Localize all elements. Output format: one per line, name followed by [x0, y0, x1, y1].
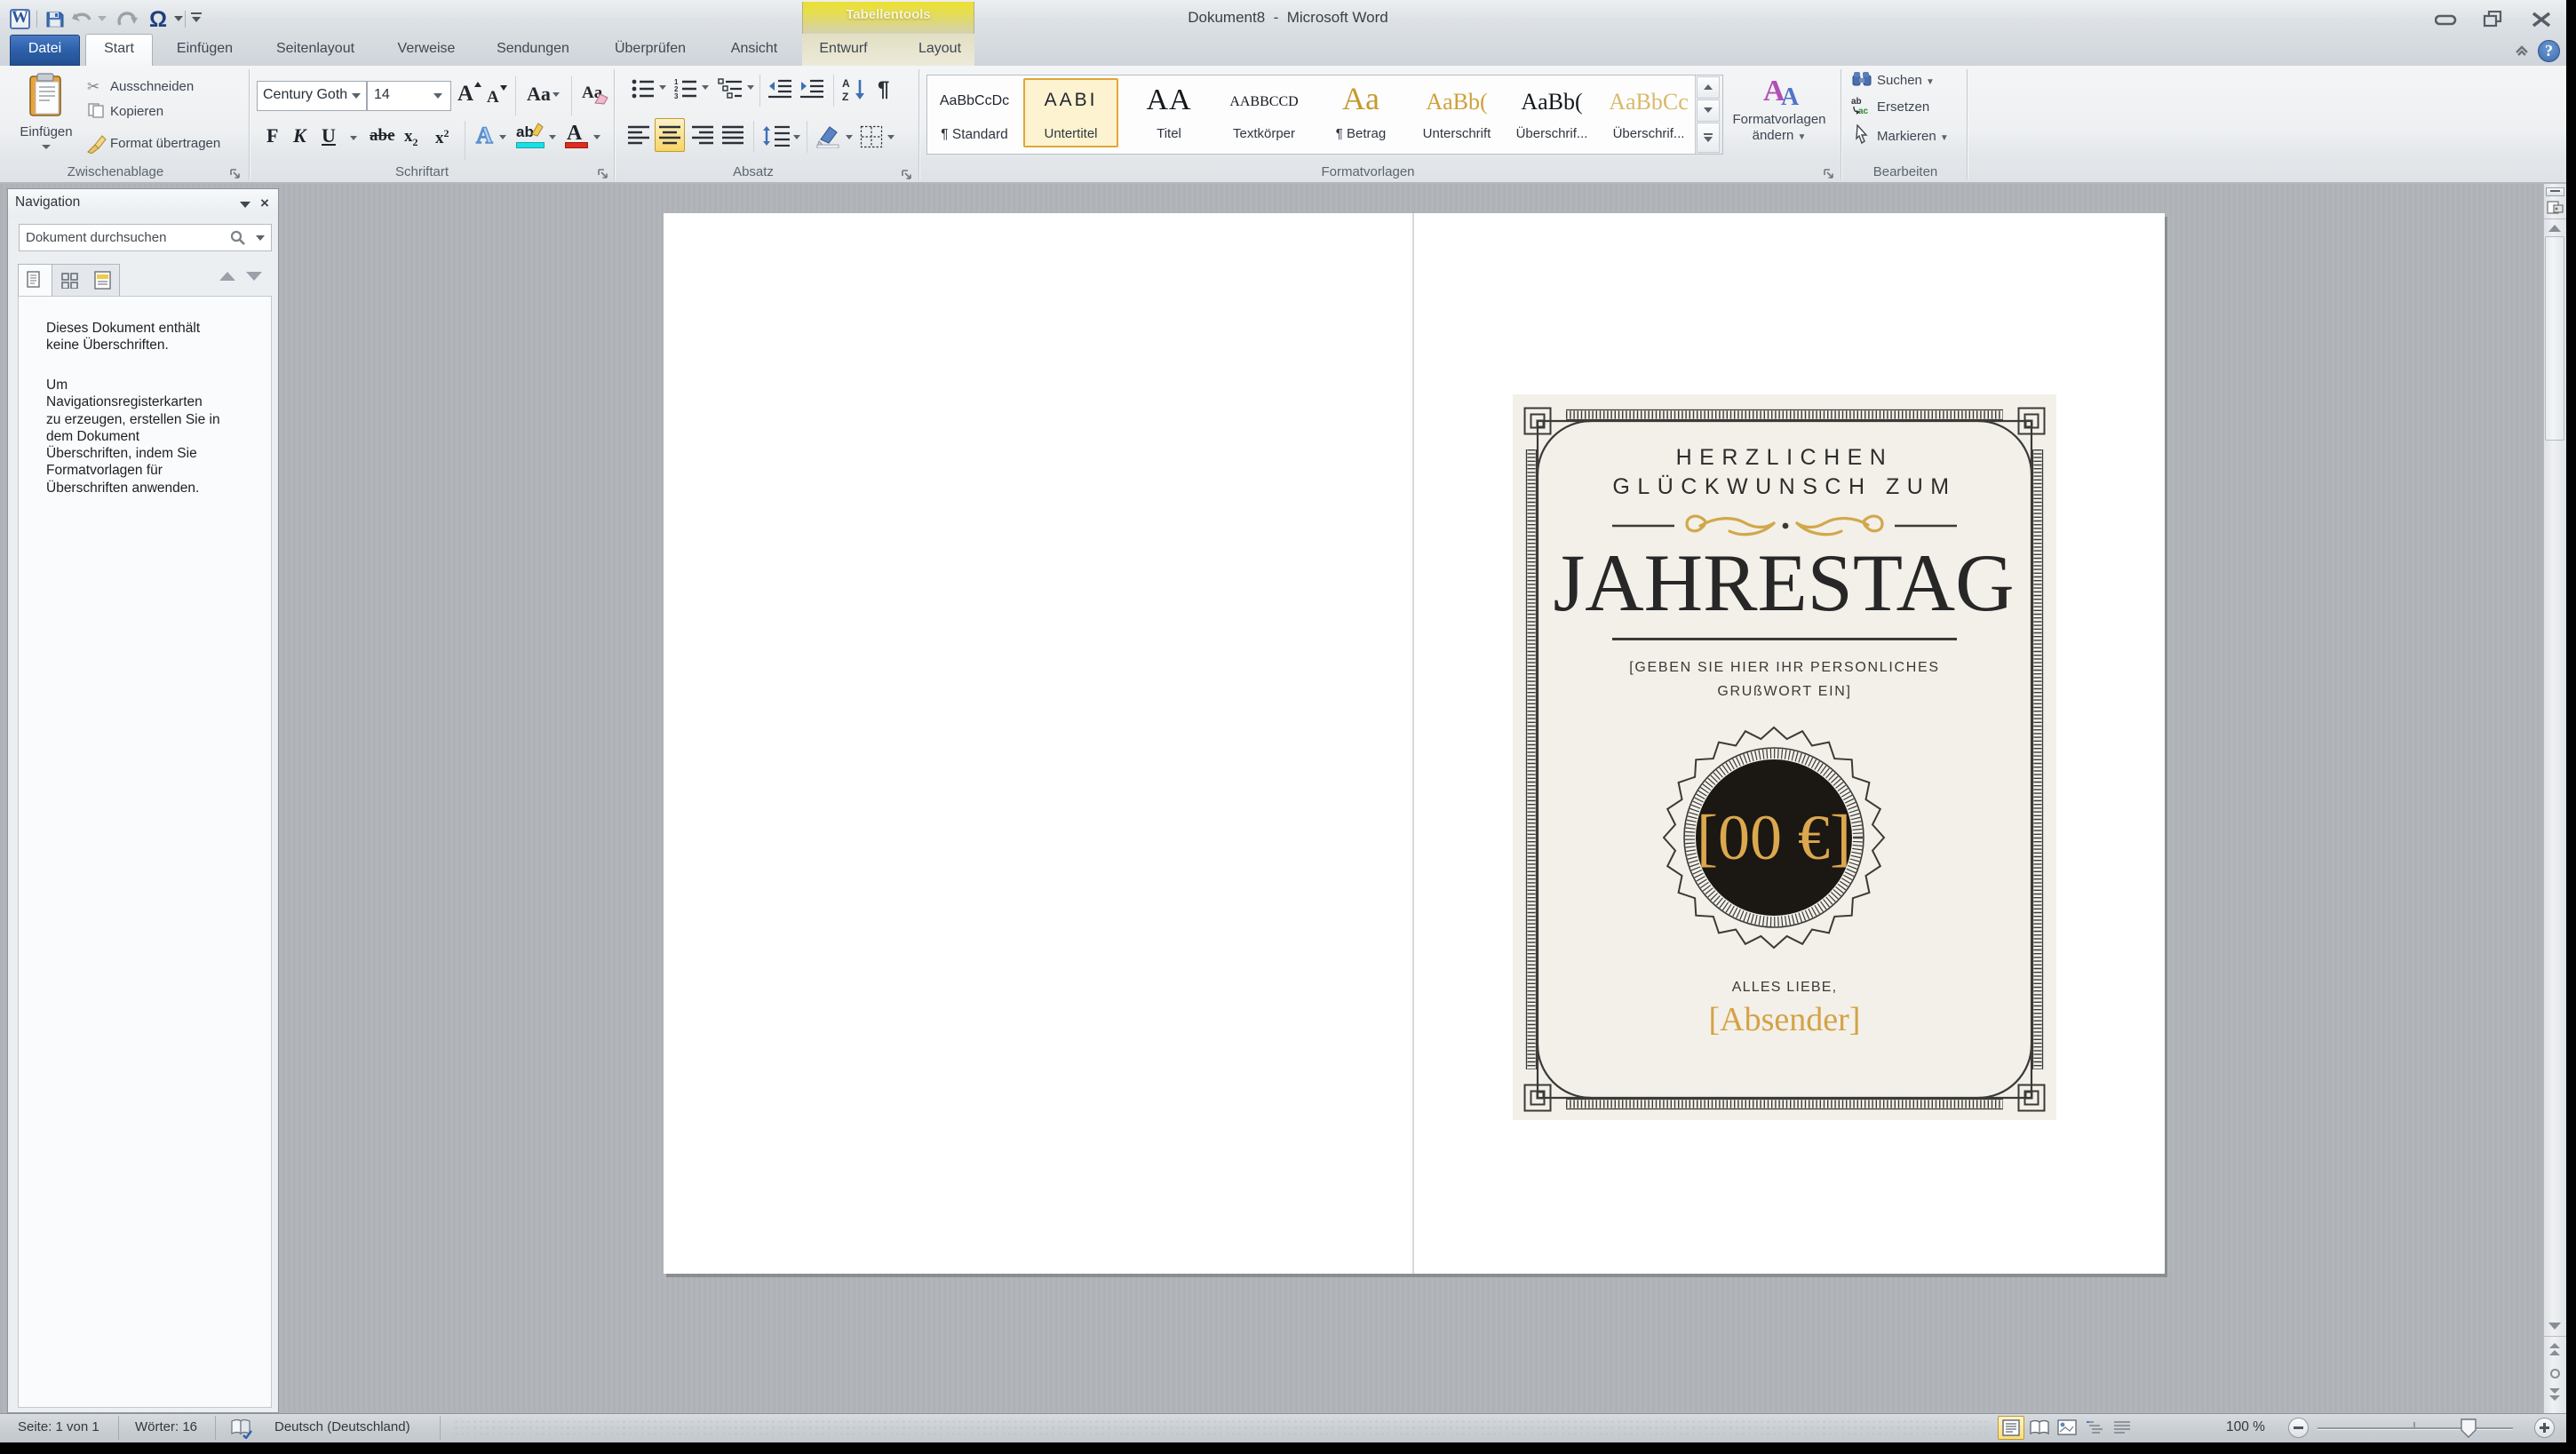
svg-text:[Absender]: [Absender]	[1709, 1001, 1861, 1038]
svg-text:Z: Z	[842, 91, 848, 101]
svg-text:GRUßWORT EIN]: GRUßWORT EIN]	[1717, 684, 1851, 699]
svg-text:3: 3	[674, 92, 679, 99]
svg-text:HERZLICHEN: HERZLICHEN	[1676, 445, 1894, 470]
svg-text:[00 €]: [00 €]	[1697, 802, 1851, 873]
svg-text:ab: ab	[1851, 97, 1862, 107]
svg-text:[GEBEN SIE HIER IHR PERSONLICH: [GEBEN SIE HIER IHR PERSONLICHES	[1629, 660, 1940, 675]
svg-text:GLÜCKWUNSCH ZUM: GLÜCKWUNSCH ZUM	[1612, 474, 1956, 499]
svg-text:ALLES LIEBE,: ALLES LIEBE,	[1732, 980, 1837, 995]
svg-text:A: A	[842, 77, 850, 90]
svg-text:ac: ac	[1858, 107, 1869, 115]
svg-text:JAHRESTAG: JAHRESTAG	[1553, 537, 2014, 628]
